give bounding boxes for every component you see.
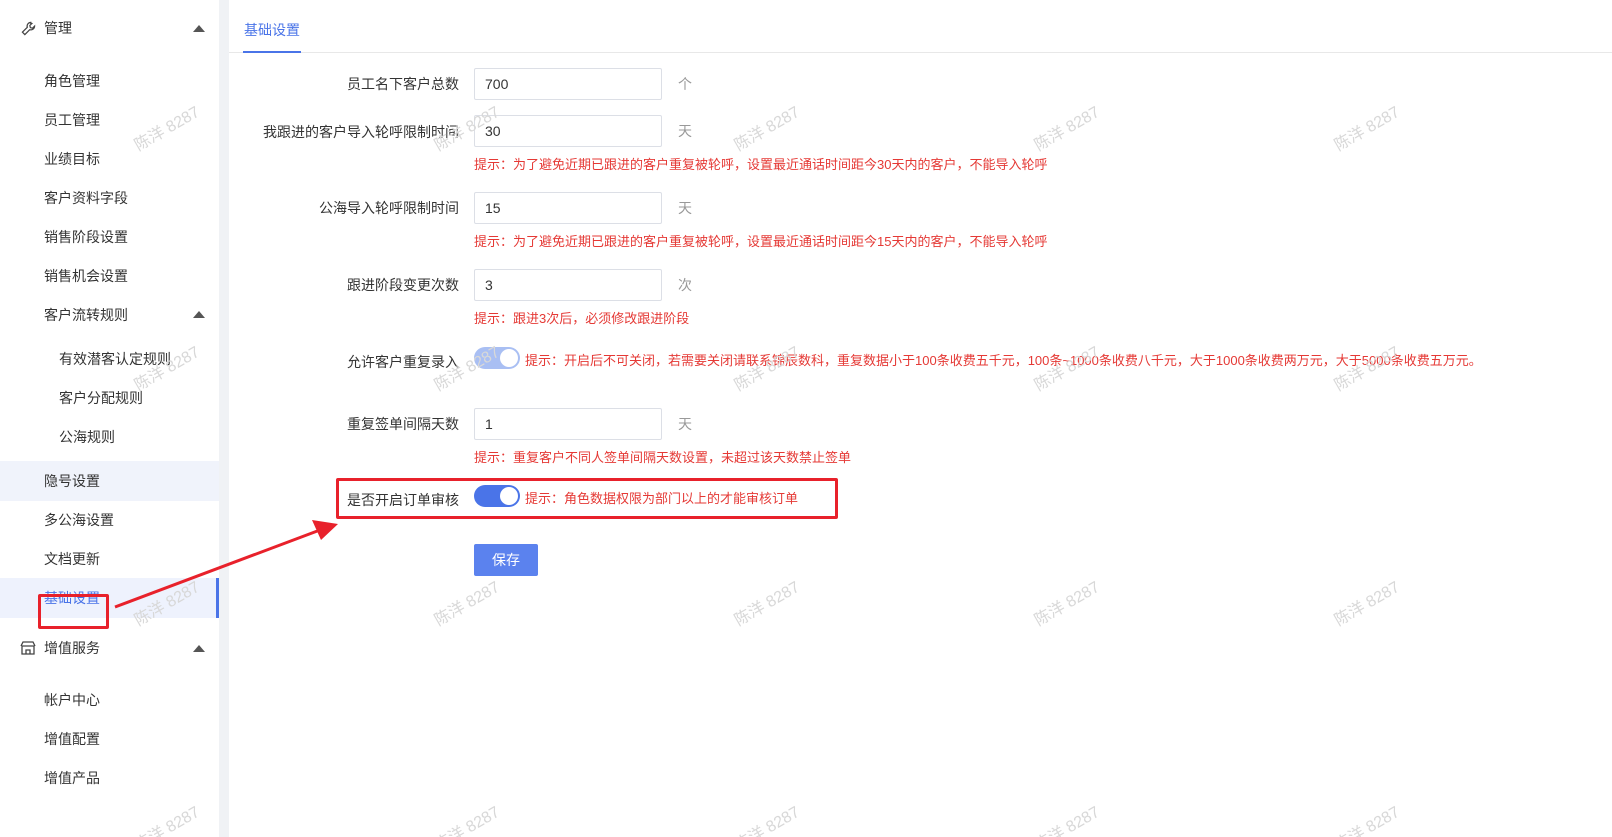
annotation-arrow xyxy=(114,520,338,609)
